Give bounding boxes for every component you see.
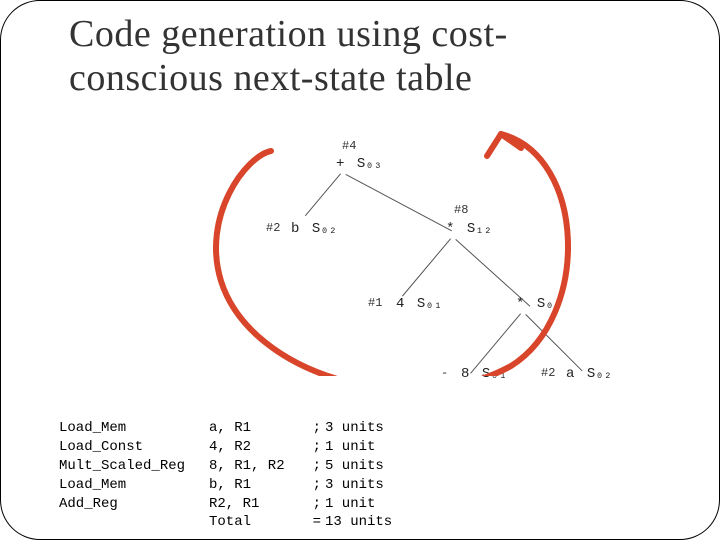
- node-annot-num: -: [441, 366, 448, 380]
- node-label: *: [516, 296, 524, 312]
- slide-frame: Code generation using cost- conscious ne…: [0, 0, 720, 540]
- tree-node: 8 S₀₁: [461, 366, 507, 382]
- tree-node: b S₀₂: [291, 221, 337, 237]
- node-annot-num: #4: [342, 139, 356, 153]
- code-listing: Load_Mem a, R1 ; 3 units Load_Const 4, R…: [59, 419, 415, 532]
- tree-edge: [346, 174, 452, 231]
- node-label: *: [446, 221, 454, 237]
- node-state: S₀₂: [312, 221, 337, 237]
- tree-node: * S₀₅: [516, 296, 562, 312]
- title-line-1: Code generation using cost-: [69, 13, 508, 55]
- args: a, R1: [209, 419, 309, 438]
- node-label: 8: [461, 366, 469, 382]
- instr: Mult_Scaled_Reg: [59, 457, 209, 476]
- tree-node: 4 S₀₁: [396, 296, 442, 312]
- sep: ;: [309, 457, 325, 476]
- sep: =: [309, 513, 325, 532]
- tree-edge: [470, 313, 521, 373]
- cost: 13 units: [325, 513, 415, 532]
- node-label: 4: [396, 296, 404, 312]
- node-state: S₀₅: [537, 296, 562, 312]
- args: 8, R1, R2: [209, 457, 309, 476]
- args: b, R1: [209, 476, 309, 495]
- instr: Load_Mem: [59, 476, 209, 495]
- parse-tree: #4 + S₀₃ #2 b S₀₂ #8 * S₁₂ #1 4 S₀₁ * S₀…: [246, 121, 606, 381]
- args: 4, R2: [209, 438, 309, 457]
- instr: Load_Mem: [59, 419, 209, 438]
- node-state: S₀₁: [417, 296, 442, 312]
- code-row: Add_Reg R2, R1 ; 1 unit: [59, 495, 415, 514]
- args: R2, R1: [209, 495, 309, 514]
- code-row: Load_Mem a, R1 ; 3 units: [59, 419, 415, 438]
- node-state: S₀₂: [587, 366, 612, 382]
- node-annot-num: #2: [266, 221, 280, 235]
- node-state: S₀₃: [357, 156, 382, 172]
- tree-node: a S₀₂: [566, 366, 612, 382]
- cost: 1 unit: [325, 495, 415, 514]
- tree-edge: [305, 173, 341, 216]
- sep: ;: [309, 495, 325, 514]
- node-label: +: [336, 156, 344, 172]
- node-state: S₁₂: [467, 221, 492, 237]
- code-row: Mult_Scaled_Reg 8, R1, R2 ; 5 units: [59, 457, 415, 476]
- sep: ;: [309, 476, 325, 495]
- node-label: b: [291, 221, 299, 237]
- cost: 3 units: [325, 419, 415, 438]
- tree-edge: [402, 238, 451, 296]
- sep: ;: [309, 419, 325, 438]
- node-state: S₀₁: [482, 366, 507, 382]
- title-line-2: conscious next-state table: [69, 57, 472, 99]
- instr: Load_Const: [59, 438, 209, 457]
- node-label: a: [566, 366, 574, 382]
- code-row: Total = 13 units: [59, 513, 415, 532]
- cost: 5 units: [325, 457, 415, 476]
- slide-title: Code generation using cost- conscious ne…: [69, 13, 508, 100]
- node-annot-num: #1: [368, 296, 382, 310]
- tree-node-root: + S₀₃: [336, 156, 382, 172]
- instr: [59, 513, 209, 532]
- code-row: Load_Mem b, R1 ; 3 units: [59, 476, 415, 495]
- cost: 3 units: [325, 476, 415, 495]
- sep: ;: [309, 438, 325, 457]
- node-annot-num: #8: [454, 203, 468, 217]
- tree-node: * S₁₂: [446, 221, 492, 237]
- instr: Add_Reg: [59, 495, 209, 514]
- args: Total: [209, 513, 309, 532]
- code-row: Load_Const 4, R2 ; 1 unit: [59, 438, 415, 457]
- cost: 1 unit: [325, 438, 415, 457]
- node-annot-num: #2: [541, 366, 555, 380]
- tree-edge: [525, 314, 582, 371]
